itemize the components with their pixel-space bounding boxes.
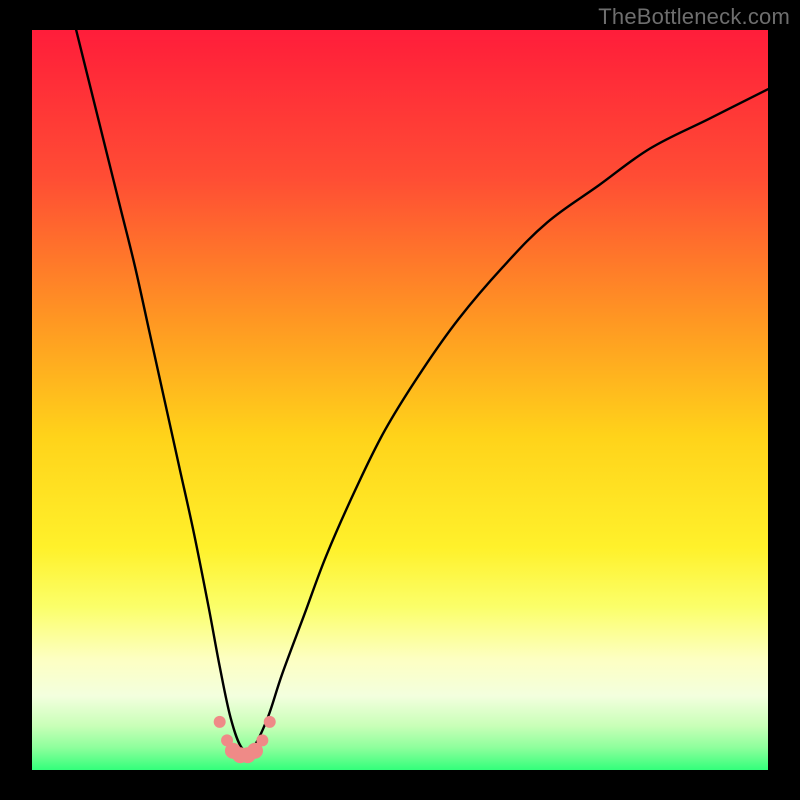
chart-frame: TheBottleneck.com xyxy=(0,0,800,800)
marker-dot xyxy=(256,734,268,746)
chart-svg xyxy=(32,30,768,770)
plot-area xyxy=(32,30,768,770)
marker-dot xyxy=(214,716,226,728)
marker-dot xyxy=(264,716,276,728)
gradient-background xyxy=(32,30,768,770)
watermark-text: TheBottleneck.com xyxy=(598,4,790,30)
